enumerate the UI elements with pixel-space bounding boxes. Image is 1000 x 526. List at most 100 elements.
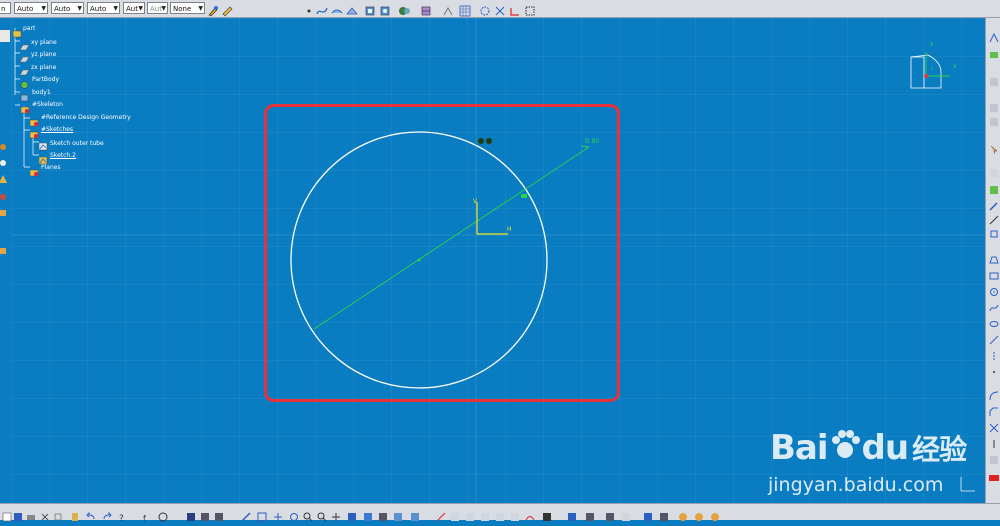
analysis-icon[interactable] [585, 507, 595, 521]
help-icon[interactable]: ? [117, 507, 127, 524]
pencil-icon[interactable] [989, 196, 999, 211]
catalog-icon[interactable] [200, 507, 210, 521]
tool-icon[interactable] [989, 44, 999, 58]
cut-icon[interactable] [40, 507, 50, 521]
multi-view-icon[interactable] [347, 507, 357, 521]
filter-combo[interactable]: None ▼ [170, 2, 205, 14]
point-type-combo[interactable]: Aut ▼ [123, 2, 145, 14]
cursor-icon[interactable] [989, 140, 999, 155]
rectangle-icon[interactable] [989, 266, 999, 280]
tool-icon[interactable] [989, 112, 999, 126]
analysis-icon[interactable] [694, 507, 704, 521]
pad-icon[interactable] [364, 2, 376, 16]
project-icon[interactable] [989, 450, 999, 464]
corner-icon[interactable] [989, 386, 999, 401]
boolean-icon[interactable] [398, 2, 410, 15]
chamfer-icon[interactable] [989, 402, 999, 416]
trim-icon[interactable] [989, 418, 999, 433]
thickness-combo[interactable]: Auto ▼ [87, 2, 120, 14]
new-icon[interactable] [2, 507, 12, 522]
cancel-icon[interactable] [989, 468, 999, 481]
mini-axis-icon [960, 477, 975, 492]
swap-icon[interactable] [410, 507, 420, 521]
point-icon[interactable] [989, 362, 999, 373]
analysis-icon[interactable] [643, 507, 653, 521]
spline-icon[interactable] [316, 2, 328, 15]
analysis-icon[interactable] [621, 507, 631, 521]
tool-icon[interactable] [0, 188, 9, 200]
fly-icon[interactable] [241, 507, 251, 522]
paste-icon[interactable] [70, 507, 80, 521]
layer-combo[interactable]: Aut ▼ [147, 2, 168, 14]
fit-all-icon[interactable] [257, 507, 267, 522]
construction-icon[interactable] [479, 2, 491, 16]
rotate-icon[interactable] [289, 507, 299, 521]
analysis-icon[interactable] [710, 507, 720, 521]
sketch-tool-icon[interactable] [480, 507, 490, 521]
tool-icon[interactable] [989, 28, 999, 43]
print-icon[interactable] [26, 507, 36, 520]
tool-icon[interactable] [989, 224, 999, 238]
comment-icon[interactable] [158, 507, 168, 522]
tool-icon[interactable] [989, 98, 999, 112]
line-icon[interactable] [989, 330, 999, 345]
pan-icon[interactable] [273, 507, 283, 521]
sketch-tool-icon[interactable] [525, 507, 535, 521]
tool-icon[interactable] [989, 72, 999, 86]
grid-toggle-icon[interactable] [442, 2, 454, 16]
analysis-icon[interactable] [605, 507, 615, 521]
tool-icon[interactable] [0, 242, 9, 254]
tree-toggle-icon[interactable] [0, 30, 10, 42]
copy-icon[interactable] [53, 507, 63, 521]
grid-icon[interactable] [459, 2, 471, 17]
ellipse-icon[interactable] [989, 314, 999, 327]
line-type-combo[interactable]: Auto ▼ [51, 2, 84, 14]
zoom-out-icon[interactable] [317, 507, 327, 522]
axis-icon[interactable] [989, 346, 999, 360]
pocket-icon[interactable] [379, 2, 391, 16]
tool-icon[interactable] [0, 154, 9, 166]
paint-icon[interactable] [207, 2, 219, 17]
combo-truncated[interactable]: n [0, 2, 11, 14]
sketch-tool-icon[interactable] [450, 507, 460, 521]
tool-icon[interactable] [989, 163, 999, 177]
table-icon[interactable] [186, 507, 196, 521]
sketch-tool-icon[interactable] [465, 507, 475, 521]
sketch-tool-icon[interactable] [510, 507, 520, 521]
zoom-in-icon[interactable] [303, 507, 313, 522]
formula-icon[interactable]: f [143, 507, 153, 523]
tool-icon[interactable] [0, 138, 9, 150]
circle-icon[interactable] [989, 282, 999, 296]
tool-icon[interactable] [0, 204, 9, 216]
undo-icon[interactable] [86, 507, 96, 520]
surface-icon[interactable] [331, 2, 343, 14]
auto-constraint-icon[interactable] [524, 2, 536, 16]
profile-icon[interactable] [989, 250, 999, 264]
mirror-icon[interactable] [989, 434, 999, 448]
sketch-tool-icon[interactable] [495, 507, 505, 521]
measure-icon[interactable] [436, 507, 446, 522]
compass-icon[interactable] [908, 40, 968, 90]
shading-icon[interactable] [378, 507, 388, 521]
offset-surface-icon[interactable] [346, 2, 358, 15]
tool-icon[interactable] [989, 210, 999, 225]
analysis-icon[interactable] [659, 507, 669, 521]
line-weight-combo[interactable]: Auto ▼ [14, 2, 48, 14]
dot-icon[interactable] [303, 2, 315, 14]
tool-icon[interactable] [989, 180, 999, 194]
hide-show-icon[interactable] [393, 507, 403, 521]
analysis-icon[interactable] [567, 507, 577, 521]
library-icon[interactable] [214, 507, 224, 521]
normal-view-icon[interactable] [331, 507, 341, 521]
sketch-tool-icon[interactable] [542, 507, 552, 521]
table-icon[interactable] [420, 2, 432, 16]
dimension-constraint-icon[interactable] [509, 2, 521, 16]
format-painter-icon[interactable] [221, 2, 233, 17]
tool-icon[interactable] [0, 170, 9, 183]
redo-icon[interactable] [102, 507, 112, 520]
spline-icon[interactable] [989, 298, 999, 312]
iso-view-icon[interactable] [363, 507, 373, 521]
save-icon[interactable] [13, 507, 23, 521]
analysis-icon[interactable] [678, 507, 688, 521]
constraint-icon[interactable] [494, 2, 506, 16]
